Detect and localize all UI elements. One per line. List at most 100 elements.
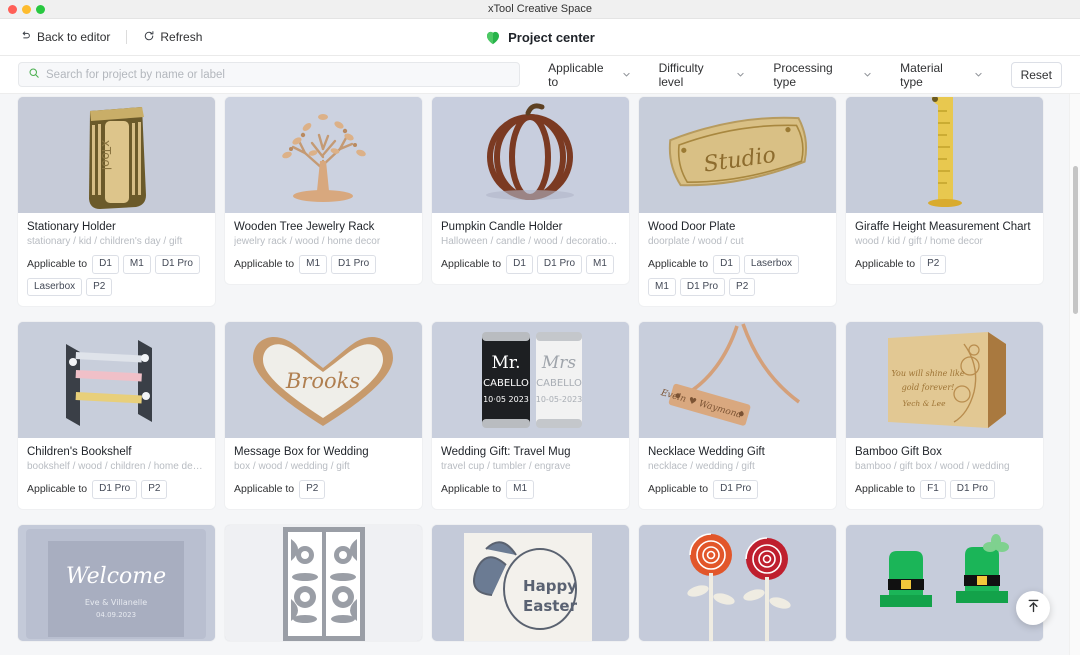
device-chip: D1 Pro xyxy=(154,255,200,274)
device-chip: D1 Pro xyxy=(713,480,759,499)
device-chip: M1 xyxy=(122,255,151,274)
device-chip: D1 Pro xyxy=(679,277,726,296)
project-card[interactable]: Children's Bookshelf bookshelf / wood / … xyxy=(18,322,215,509)
window-title: xTool Creative Space xyxy=(488,3,592,15)
chevron-down-icon xyxy=(622,68,631,82)
project-thumbnail xyxy=(18,322,215,438)
project-card-body: Message Box for Wedding box / wood / wed… xyxy=(225,438,422,509)
refresh-icon xyxy=(143,30,155,45)
applicable-to-label: Applicable to xyxy=(234,258,295,271)
project-card-body: Wedding Gift: Travel Mug travel cup / tu… xyxy=(432,438,629,509)
project-card[interactable]: xTool Stationary Holder stationary / kid… xyxy=(18,97,215,306)
applicable-to-label: Applicable to xyxy=(27,258,88,271)
project-card[interactable]: Mr. CABELLO 10·05 2023 Mrs CABELLO 10-05… xyxy=(432,322,629,509)
window-titlebar: xTool Creative Space xyxy=(0,0,1080,19)
svg-text:Welcome: Welcome xyxy=(66,564,166,589)
project-card-body: Stationary Holder stationary / kid / chi… xyxy=(18,213,215,306)
project-card[interactable]: Eveln ♥ Waymond Necklace Wedding Gift ne… xyxy=(639,322,836,509)
svg-text:Eve & Villanelle: Eve & Villanelle xyxy=(85,598,147,607)
scroll-to-top-button[interactable] xyxy=(1016,591,1050,625)
project-title: Pumpkin Candle Holder xyxy=(441,221,563,233)
chevron-down-icon xyxy=(974,68,983,82)
project-thumbnail xyxy=(639,524,836,641)
project-card[interactable]: Pumpkin Candle Holder Halloween / candle… xyxy=(432,97,629,284)
applicable-devices: Applicable to D1 D1 Pro M1 xyxy=(441,255,620,274)
project-card[interactable]: Wooden Tree Jewelry Rack jewelry rack / … xyxy=(225,97,422,284)
svg-text:Easter: Easter xyxy=(523,597,578,615)
svg-text:Mrs: Mrs xyxy=(541,353,577,373)
filter-dropdown-group: Applicable to Difficulty level Processin… xyxy=(534,57,996,93)
project-tags: wood / kid / gift / home decor xyxy=(855,236,983,247)
project-card[interactable]: Brooks Message Box for Wedding box / woo… xyxy=(225,322,422,509)
project-tags: doorplate / wood / cut xyxy=(648,236,744,247)
svg-text:10-05-2023: 10-05-2023 xyxy=(536,395,583,404)
svg-text:xTool: xTool xyxy=(99,140,113,170)
device-chip: D1 Pro xyxy=(92,480,138,499)
device-chip: P2 xyxy=(141,480,168,499)
undo-arrow-icon xyxy=(20,30,32,45)
filter-label: Applicable to xyxy=(548,60,604,89)
refresh-button[interactable]: Refresh xyxy=(141,27,204,48)
filter-applicable-to[interactable]: Applicable to xyxy=(534,57,644,93)
project-grid: xTool Stationary Holder stationary / kid… xyxy=(18,94,1062,641)
device-chip: M1 xyxy=(586,255,614,274)
applicable-to-label: Applicable to xyxy=(855,258,916,271)
project-card-body: Giraffe Height Measurement Chart wood / … xyxy=(846,213,1043,284)
project-card[interactable] xyxy=(639,524,836,641)
filter-label: Processing type xyxy=(773,60,833,89)
scrollbar-thumb[interactable] xyxy=(1073,166,1078,314)
project-card[interactable]: Welcome Eve & Villanelle 04.09.2023 xyxy=(18,524,215,641)
project-card[interactable]: Giraffe Height Measurement Chart wood / … xyxy=(846,97,1043,284)
project-title: Giraffe Height Measurement Chart xyxy=(855,221,1031,233)
project-card[interactable] xyxy=(846,524,1043,641)
applicable-devices: Applicable to D1 Pro xyxy=(648,480,827,499)
svg-text:CABELLO: CABELLO xyxy=(536,378,582,389)
project-card[interactable]: Studio Wood Door Plate doorplate / wood … xyxy=(639,97,836,306)
back-to-editor-button[interactable]: Back to editor xyxy=(18,27,112,48)
filter-difficulty-level[interactable]: Difficulty level xyxy=(645,57,760,93)
svg-text:Mr.: Mr. xyxy=(491,353,520,373)
device-chip: D1 Pro xyxy=(536,255,583,274)
project-title: Wood Door Plate xyxy=(648,221,736,233)
project-title: Bamboo Gift Box xyxy=(855,446,942,458)
applicable-to-label: Applicable to xyxy=(441,258,502,271)
project-title: Necklace Wedding Gift xyxy=(648,446,765,458)
reset-filters-button[interactable]: Reset xyxy=(1010,61,1062,88)
svg-text:Happy: Happy xyxy=(523,577,577,595)
applicable-to-label: Applicable to xyxy=(648,258,709,271)
project-card[interactable]: Happy Easter xyxy=(432,524,629,641)
chevron-down-icon xyxy=(863,68,872,82)
project-tags: travel cup / tumbler / engrave xyxy=(441,461,571,472)
applicable-devices: Applicable to D1 Laserbox M1 D1 Pro P2 xyxy=(648,255,827,296)
svg-text:10·05 2023: 10·05 2023 xyxy=(483,395,529,404)
filter-processing-type[interactable]: Processing type xyxy=(759,57,886,93)
chevron-down-icon xyxy=(736,68,745,82)
project-card-body: Bamboo Gift Box bamboo / gift box / wood… xyxy=(846,438,1043,509)
project-title: Wooden Tree Jewelry Rack xyxy=(234,221,375,233)
project-card-body: Wood Door Plate doorplate / wood / cut A… xyxy=(639,213,836,306)
device-chip: M1 xyxy=(299,255,328,274)
project-tags: bookshelf / wood / children / home decor xyxy=(27,461,206,472)
search-box[interactable] xyxy=(18,62,521,87)
device-chip: D1 Pro xyxy=(331,255,377,274)
page-title: Project center xyxy=(508,29,595,45)
project-thumbnail: Welcome Eve & Villanelle 04.09.2023 xyxy=(18,524,215,641)
applicable-devices: Applicable to M1 D1 Pro xyxy=(234,255,413,274)
project-card[interactable]: You will shine like gold forever! Yech &… xyxy=(846,322,1043,509)
project-thumbnail: You will shine like gold forever! Yech &… xyxy=(846,322,1043,438)
applicable-to-label: Applicable to xyxy=(855,483,916,496)
project-tags: jewelry rack / wood / home decor xyxy=(234,236,381,247)
project-card-body: Wooden Tree Jewelry Rack jewelry rack / … xyxy=(225,213,422,284)
svg-text:You will shine like: You will shine like xyxy=(891,369,964,378)
filter-material-type[interactable]: Material type xyxy=(886,57,996,93)
device-chip: D1 xyxy=(92,255,119,274)
project-thumbnail: Mr. CABELLO 10·05 2023 Mrs CABELLO 10-05… xyxy=(432,322,629,438)
search-icon xyxy=(28,66,40,84)
device-chip: P2 xyxy=(729,277,756,296)
device-chip: P2 xyxy=(920,255,947,274)
search-input[interactable] xyxy=(46,68,520,81)
applicable-to-label: Applicable to xyxy=(648,483,709,496)
vertical-scrollbar[interactable] xyxy=(1069,94,1080,655)
project-card[interactable] xyxy=(225,524,422,641)
toolbar-divider xyxy=(126,30,128,44)
